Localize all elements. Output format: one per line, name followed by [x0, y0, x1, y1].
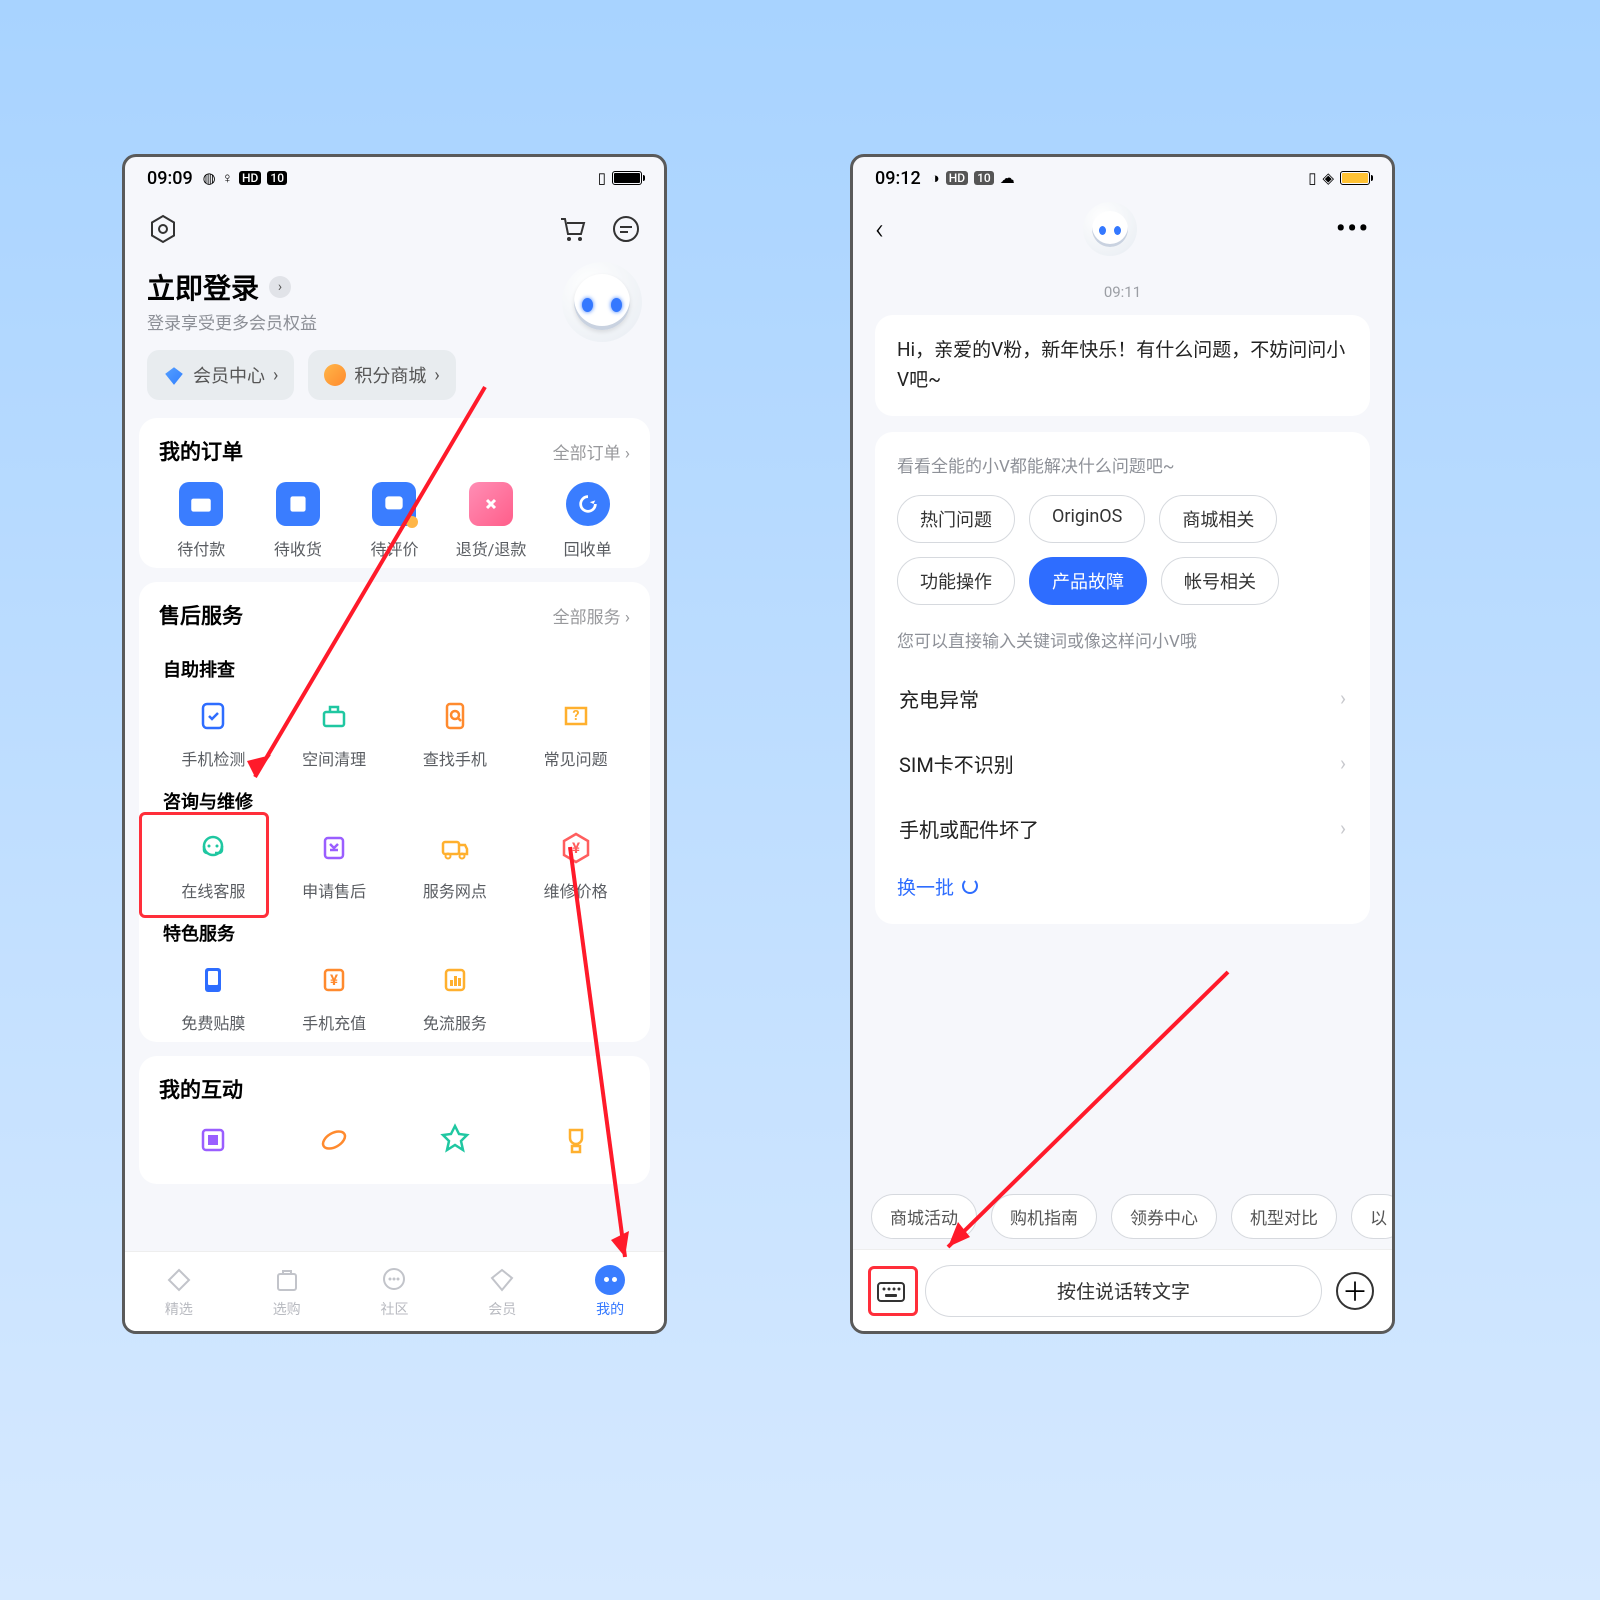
order-pending-review[interactable]: 待评价	[346, 482, 443, 560]
interact-card: 我的互动	[139, 1056, 650, 1184]
plus-icon[interactable]: ＋	[1336, 1272, 1374, 1310]
greeting-bubble: Hi，亲爱的V粉，新年快乐！有什么问题，不妨问问小V吧~	[875, 315, 1370, 416]
tag-list: 热门问题 OriginOS 商城相关 功能操作 产品故障 帐号相关	[897, 495, 1348, 605]
status-left-icons: ◍♀HD10	[203, 169, 287, 187]
tag-function[interactable]: 功能操作	[897, 557, 1015, 605]
svg-text:¥: ¥	[330, 971, 338, 989]
order-recycle[interactable]: 回收单	[539, 482, 636, 560]
nav-mine[interactable]: 我的	[556, 1252, 664, 1331]
status-time: 09:12	[875, 168, 921, 189]
svc-apply-aftersale[interactable]: 申请售后	[274, 828, 395, 902]
tag-account[interactable]: 帐号相关	[1161, 557, 1279, 605]
svc-phone-check[interactable]: 手机检测	[153, 696, 274, 770]
row-charging[interactable]: 充电异常›	[897, 666, 1348, 731]
quick-coupon-center[interactable]: 领券中心	[1111, 1194, 1217, 1239]
nav-featured[interactable]: 精选	[125, 1252, 233, 1331]
order-return-refund[interactable]: 退货/退款	[443, 482, 540, 560]
sim-icon: ▯	[1308, 169, 1316, 187]
service-card: 售后服务 全部服务 › 自助排查 手机检测 空间清理 查找手机 ?常见问题 咨询…	[139, 582, 650, 1042]
input-bar: 按住说话转文字 ＋	[853, 1249, 1392, 1331]
svc-special-title: 特色服务	[153, 910, 636, 960]
message-time: 09:11	[875, 283, 1370, 301]
battery-icon	[1340, 171, 1370, 185]
order-pending-payment[interactable]: 待付款	[153, 482, 250, 560]
status-left-icons: ◑HD10☁	[931, 169, 1015, 187]
suggestion-hint: 看看全能的小V都能解决什么问题吧~	[897, 452, 1348, 477]
interact-item-3[interactable]	[395, 1120, 516, 1160]
orders-title: 我的订单	[159, 436, 243, 466]
svg-text:¥: ¥	[572, 839, 580, 857]
svc-find-phone[interactable]: 查找手机	[395, 696, 516, 770]
settings-hex-icon[interactable]	[147, 213, 179, 245]
svc-service-sites[interactable]: 服务网点	[395, 828, 516, 902]
tag-product-fault[interactable]: 产品故障	[1029, 557, 1147, 605]
chevron-right-icon: ›	[269, 276, 291, 298]
chip-points-mall[interactable]: 积分商城›	[308, 350, 455, 400]
more-menu-icon[interactable]: •••	[1336, 214, 1370, 244]
row-sim[interactable]: SIM卡不识别›	[897, 731, 1348, 796]
refresh-icon	[962, 878, 978, 894]
back-icon[interactable]: ‹	[875, 212, 884, 247]
svc-free-film[interactable]: 免费贴膜	[153, 960, 274, 1034]
status-bar: 09:09 ◍♀HD10 ▯	[125, 157, 664, 199]
nav-shop[interactable]: 选购	[233, 1252, 341, 1331]
cart-icon[interactable]	[556, 213, 588, 245]
svc-repair-price[interactable]: ¥维修价格	[515, 828, 636, 902]
star-icon	[324, 364, 346, 386]
message-icon[interactable]	[610, 213, 642, 245]
suggestion-card: 看看全能的小V都能解决什么问题吧~ 热门问题 OriginOS 商城相关 功能操…	[875, 432, 1370, 924]
left-phone-frame: 09:09 ◍♀HD10 ▯ 立即登录 › 登录享受更多会员权益 会员中心› 积…	[122, 154, 667, 1334]
status-time: 09:09	[147, 168, 193, 189]
svc-online-support[interactable]: 在线客服	[153, 828, 274, 902]
nav-member[interactable]: 会员	[448, 1252, 556, 1331]
row-broken[interactable]: 手机或配件坏了›	[897, 796, 1348, 861]
svc-consult-title: 咨询与维修	[153, 778, 636, 828]
svc-self-title: 自助排查	[153, 646, 636, 696]
quick-buying-guide[interactable]: 购机指南	[991, 1194, 1097, 1239]
wifi-icon: ◈	[1322, 169, 1334, 187]
avatar-robot-icon	[1083, 202, 1137, 256]
tag-mall[interactable]: 商城相关	[1159, 495, 1277, 543]
keyboard-icon[interactable]	[871, 1271, 911, 1311]
svc-phone-recharge[interactable]: ¥手机充值	[274, 960, 395, 1034]
orders-card: 我的订单 全部订单 › 待付款 待收货 待评价 退货/退款 回收单	[139, 418, 650, 568]
refresh-link[interactable]: 换一批	[897, 873, 1348, 900]
quick-reply-bar: 商城活动 购机指南 领券中心 机型对比 以	[853, 1194, 1392, 1239]
status-bar: 09:12 ◑HD10☁ ▯ ◈	[853, 157, 1392, 199]
svg-text:?: ?	[572, 708, 579, 724]
interact-item-4[interactable]	[515, 1120, 636, 1160]
service-title: 售后服务	[159, 600, 243, 630]
interact-item-1[interactable]	[153, 1120, 274, 1160]
avatar-robot-icon[interactable]	[562, 262, 642, 342]
tag-hot[interactable]: 热门问题	[897, 495, 1015, 543]
nav-community[interactable]: 社区	[341, 1252, 449, 1331]
interact-item-2[interactable]	[274, 1120, 395, 1160]
orders-more-link[interactable]: 全部订单 ›	[553, 439, 630, 464]
quick-mall-activity[interactable]: 商城活动	[871, 1194, 977, 1239]
chip-member-center[interactable]: 会员中心›	[147, 350, 294, 400]
bottom-nav: 精选 选购 社区 会员 我的	[125, 1251, 664, 1331]
battery-icon	[612, 171, 642, 185]
voice-input[interactable]: 按住说话转文字	[925, 1265, 1322, 1317]
tag-originos[interactable]: OriginOS	[1029, 495, 1145, 543]
service-more-link[interactable]: 全部服务 ›	[553, 603, 630, 628]
order-pending-receipt[interactable]: 待收货	[250, 482, 347, 560]
right-phone-frame: 09:12 ◑HD10☁ ▯ ◈ ‹ ••• 09:11 Hi，亲爱的V粉，新年快…	[850, 154, 1395, 1334]
quick-more[interactable]: 以	[1351, 1194, 1392, 1239]
interact-title: 我的互动	[159, 1074, 243, 1104]
svc-storage-clean[interactable]: 空间清理	[274, 696, 395, 770]
svc-faq[interactable]: ?常见问题	[515, 696, 636, 770]
login-title: 立即登录	[147, 267, 259, 307]
sim-icon: ▯	[598, 169, 606, 187]
svc-free-data[interactable]: 免流服务	[395, 960, 516, 1034]
diamond-icon	[163, 364, 185, 386]
suggestion-hint2: 您可以直接输入关键词或像这样问小V哦	[897, 627, 1348, 652]
quick-model-compare[interactable]: 机型对比	[1231, 1194, 1337, 1239]
